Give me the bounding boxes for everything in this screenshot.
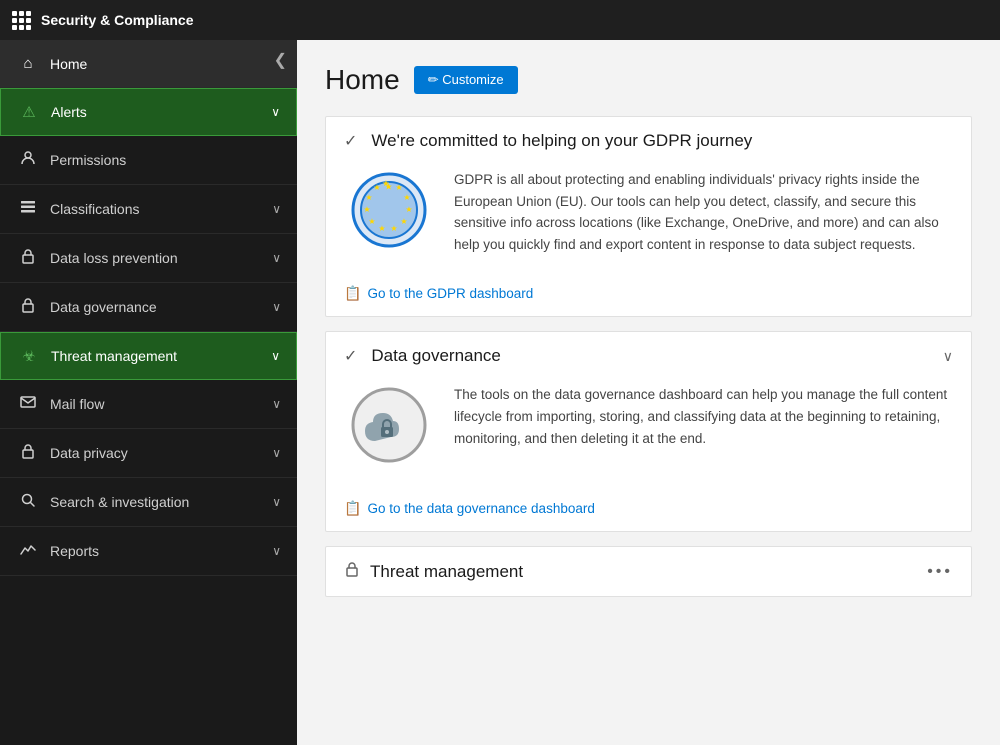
sidebar-item-alerts[interactable]: ⚠ Alerts ∨ [0, 88, 297, 136]
dlp-icon [16, 248, 40, 268]
top-bar: Security & Compliance [0, 0, 1000, 40]
svg-text:★: ★ [363, 205, 370, 214]
clipboard-icon: 📋 [344, 500, 361, 517]
data-governance-icon [16, 297, 40, 317]
sidebar-item-threat-management[interactable]: ☣ Threat management ∨ [0, 332, 297, 380]
data-privacy-icon [16, 443, 40, 463]
chevron-down-icon: ∨ [271, 105, 280, 119]
clipboard-icon: 📋 [344, 285, 361, 302]
data-governance-card-header[interactable]: ✓ Data governance ∨ [326, 332, 971, 380]
sidebar-item-label: Home [50, 56, 281, 72]
svg-text:★: ★ [400, 217, 407, 226]
check-icon: ✓ [344, 346, 357, 366]
sidebar-item-reports[interactable]: Reports ∨ [0, 527, 297, 576]
sidebar-item-label: Classifications [50, 201, 272, 217]
svg-text:★: ★ [382, 179, 389, 188]
sidebar: ❮ ⌂ Home ⚠ Alerts ∨ Permissions Classifi… [0, 40, 297, 745]
data-governance-card-text: The tools on the data governance dashboa… [454, 380, 953, 449]
chevron-down-icon: ∨ [272, 397, 281, 411]
chevron-down-icon: ∨ [272, 300, 281, 314]
cloud-lock-icon [344, 380, 434, 470]
svg-text:★: ★ [373, 183, 380, 192]
more-options-icon[interactable]: ••• [927, 563, 953, 581]
threat-management-card: Threat management ••• [325, 546, 972, 597]
data-governance-card-title: Data governance [371, 346, 932, 366]
sidebar-item-data-privacy[interactable]: Data privacy ∨ [0, 429, 297, 478]
gdpr-link-label: Go to the GDPR dashboard [367, 286, 533, 301]
gdpr-card: ✓ We're committed to helping on your GDP… [325, 116, 972, 317]
chevron-down-icon: ∨ [272, 202, 281, 216]
chevron-down-icon: ∨ [272, 251, 281, 265]
gdpr-dashboard-link[interactable]: 📋 Go to the GDPR dashboard [326, 275, 971, 316]
app-title: Security & Compliance [41, 12, 194, 28]
chevron-down-icon: ∨ [271, 349, 280, 363]
gdpr-card-text: GDPR is all about protecting and enablin… [454, 165, 953, 255]
sidebar-item-label: Threat management [51, 348, 271, 364]
sidebar-item-label: Data governance [50, 299, 272, 315]
lock-icon [344, 561, 360, 582]
sidebar-item-label: Permissions [50, 152, 281, 168]
permissions-icon [16, 150, 40, 170]
sidebar-item-label: Reports [50, 543, 272, 559]
search-icon [16, 492, 40, 512]
alerts-icon: ⚠ [17, 103, 41, 121]
sidebar-item-permissions[interactable]: Permissions [0, 136, 297, 185]
mail-icon [16, 394, 40, 414]
data-governance-card: ✓ Data governance ∨ [325, 331, 972, 532]
data-governance-dashboard-link[interactable]: 📋 Go to the data governance dashboard [326, 490, 971, 531]
chevron-down-icon: ∨ [272, 495, 281, 509]
svg-text:★: ★ [403, 193, 410, 202]
sidebar-item-label: Mail flow [50, 396, 272, 412]
page-title: Home [325, 64, 400, 96]
gdpr-card-header[interactable]: ✓ We're committed to helping on your GDP… [326, 117, 971, 165]
sidebar-item-classifications[interactable]: Classifications ∨ [0, 185, 297, 234]
classifications-icon [16, 199, 40, 219]
app-grid-icon [12, 11, 31, 30]
main-content: Home ✏ Customize ✓ We're committed to he… [297, 40, 1000, 745]
sidebar-item-mail-flow[interactable]: Mail flow ∨ [0, 380, 297, 429]
svg-text:★: ★ [368, 217, 375, 226]
sidebar-collapse-button[interactable]: ❮ [274, 50, 287, 70]
customize-button[interactable]: ✏ Customize [414, 66, 518, 94]
sidebar-item-home[interactable]: ⌂ Home [0, 40, 297, 88]
main-layout: ❮ ⌂ Home ⚠ Alerts ∨ Permissions Classifi… [0, 40, 1000, 745]
threat-icon: ☣ [17, 347, 41, 365]
check-icon: ✓ [344, 131, 357, 151]
data-governance-link-label: Go to the data governance dashboard [367, 501, 594, 516]
sidebar-item-search-investigation[interactable]: Search & investigation ∨ [0, 478, 297, 527]
home-icon: ⌂ [16, 55, 40, 72]
threat-management-card-title: Threat management [370, 562, 917, 582]
data-governance-card-body: The tools on the data governance dashboa… [326, 380, 971, 490]
sidebar-item-label: Data loss prevention [50, 250, 272, 266]
reports-icon [16, 541, 40, 561]
svg-text:★: ★ [405, 205, 412, 214]
threat-management-card-header[interactable]: Threat management ••• [326, 547, 971, 596]
sidebar-item-data-loss-prevention[interactable]: Data loss prevention ∨ [0, 234, 297, 283]
page-header: Home ✏ Customize [325, 64, 972, 96]
svg-text:★: ★ [365, 193, 372, 202]
sidebar-item-label: Search & investigation [50, 494, 272, 510]
sidebar-item-label: Alerts [51, 104, 271, 120]
svg-text:★: ★ [390, 224, 397, 233]
svg-text:★: ★ [395, 183, 402, 192]
gdpr-card-body: ★ ★ ★ ★ ★ ★ ★ ★ ★ ★ ★ ★ [326, 165, 971, 275]
chevron-down-icon: ∨ [272, 446, 281, 460]
chevron-down-icon: ∨ [943, 348, 953, 365]
svg-text:★: ★ [378, 224, 385, 233]
gdpr-card-title: We're committed to helping on your GDPR … [371, 131, 953, 151]
sidebar-item-data-governance[interactable]: Data governance ∨ [0, 283, 297, 332]
chevron-down-icon: ∨ [272, 544, 281, 558]
gdpr-icon: ★ ★ ★ ★ ★ ★ ★ ★ ★ ★ ★ ★ [344, 165, 434, 255]
sidebar-item-label: Data privacy [50, 445, 272, 461]
